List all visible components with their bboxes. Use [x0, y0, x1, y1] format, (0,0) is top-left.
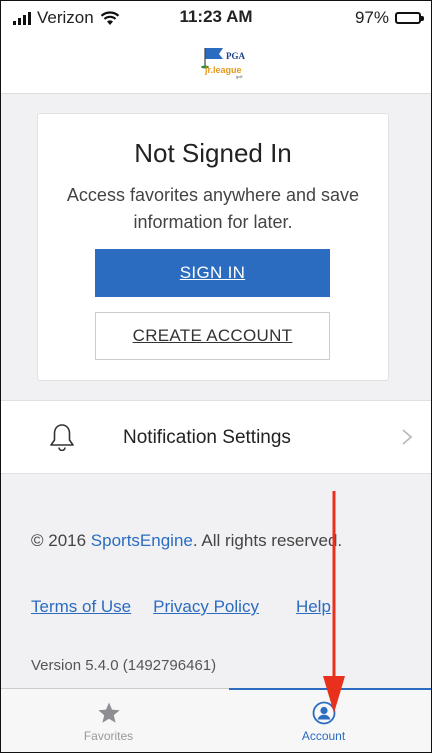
logo-text-golf: golf: [236, 74, 243, 79]
star-icon: [97, 702, 120, 723]
footer-links: Terms of Use Privacy Policy Help: [31, 597, 331, 617]
sign-in-button[interactable]: SIGN IN: [95, 249, 330, 297]
copyright-text: © 2016 SportsEngine. All rights reserved…: [31, 531, 342, 551]
logo-text-pga: PGA: [226, 51, 245, 61]
sportsengine-link[interactable]: SportsEngine: [91, 531, 193, 550]
terms-of-use-link[interactable]: Terms of Use: [31, 597, 131, 617]
signin-card: Not Signed In Access favorites anywhere …: [37, 113, 389, 381]
tab-bar: Favorites Account: [1, 688, 431, 752]
card-title: Not Signed In: [134, 138, 292, 168]
version-text: Version 5.4.0 (1492796461): [31, 657, 217, 674]
app-header: PGA jr.league golf: [1, 35, 431, 94]
phone-screen: Verizon 11:23 AM 97% PGA jr.league golf …: [0, 0, 432, 753]
create-account-button[interactable]: CREATE ACCOUNT: [95, 312, 330, 360]
status-right: 97%: [354, 8, 424, 28]
annotation-arrow: [323, 491, 345, 713]
battery-percent: 97%: [354, 8, 389, 27]
copyright-prefix: © 2016: [31, 531, 91, 550]
pga-jr-league-logo: PGA jr.league golf: [201, 48, 245, 79]
notification-settings-row[interactable]: Notification Settings: [1, 400, 431, 474]
chevron-right-icon: [402, 429, 413, 445]
status-bar: Verizon 11:23 AM 97%: [1, 1, 431, 35]
notification-settings-label: Notification Settings: [123, 427, 291, 448]
tab-favorites[interactable]: Favorites: [1, 689, 216, 752]
privacy-policy-link[interactable]: Privacy Policy: [153, 597, 259, 617]
bell-icon: [50, 424, 74, 451]
tab-favorites-label: Favorites: [83, 729, 134, 743]
tab-account-label: Account: [301, 729, 346, 743]
card-message: Access favorites anywhere and save infor…: [66, 185, 360, 232]
battery-icon: [395, 12, 424, 24]
